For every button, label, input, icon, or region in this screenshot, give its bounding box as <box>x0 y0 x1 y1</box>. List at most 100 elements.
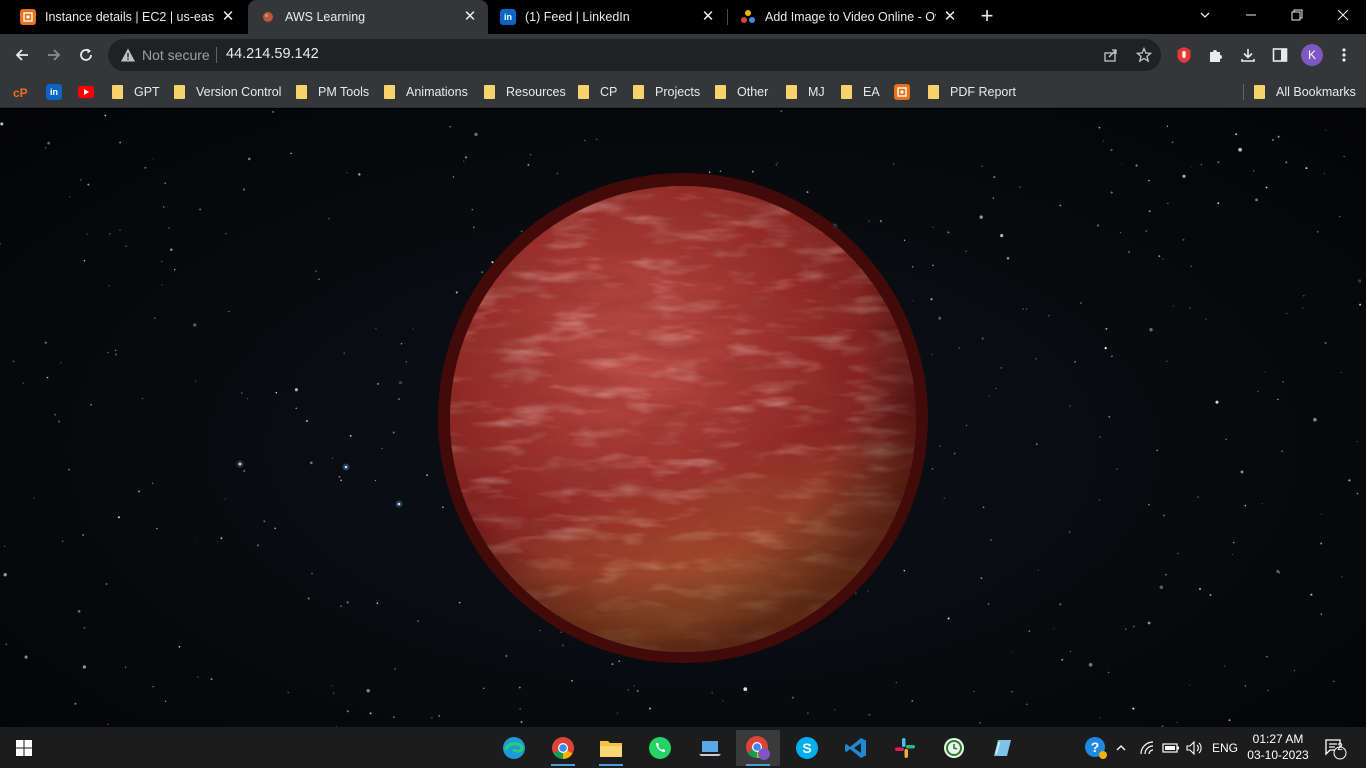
star <box>115 353 118 356</box>
bookmark-folder-cp[interactable]: CP <box>578 83 617 101</box>
star <box>311 573 313 575</box>
star <box>22 382 24 384</box>
notification-center-icon[interactable]: 2 <box>1323 727 1347 768</box>
adblock-extension-icon[interactable] <box>1173 44 1195 66</box>
star <box>1197 496 1199 498</box>
windows-start-icon[interactable] <box>2 730 46 766</box>
bookmark-folder-pdf-report[interactable]: PDF Report <box>928 83 1016 101</box>
file-explorer-icon[interactable] <box>589 730 633 766</box>
tab-search-chevron-icon[interactable] <box>1182 0 1228 30</box>
bookmark-folder-pm-tools[interactable]: PM Tools <box>296 83 369 101</box>
star <box>165 700 167 702</box>
svg-text:S: S <box>802 740 811 756</box>
back-arrow-icon[interactable] <box>8 41 36 69</box>
star <box>1325 129 1327 131</box>
star <box>1282 381 1284 383</box>
bookmark-folder-version-control[interactable]: Version Control <box>174 83 281 101</box>
star <box>958 347 960 349</box>
star <box>107 723 109 725</box>
bookmark-folder-animations[interactable]: Animations <box>384 83 468 101</box>
star <box>1119 231 1122 234</box>
star <box>1310 593 1313 596</box>
profile-avatar[interactable]: K <box>1301 44 1323 66</box>
all-bookmarks-button[interactable]: All Bookmarks <box>1254 83 1356 101</box>
star <box>930 298 933 301</box>
reload-icon[interactable] <box>72 41 100 69</box>
star <box>938 316 942 320</box>
star <box>1277 135 1280 138</box>
tab-linkedin[interactable]: in (1) Feed | LinkedIn ✕ <box>488 0 726 34</box>
star <box>77 610 81 613</box>
star <box>195 380 197 382</box>
orange-square-bookmark-icon[interactable] <box>894 84 910 100</box>
star <box>458 601 461 604</box>
tab-add-image-video[interactable]: Add Image to Video Online - Ov ✕ <box>728 0 968 34</box>
volume-icon[interactable] <box>1186 727 1204 768</box>
address-bar[interactable]: Not secure 44.214.59.142 <box>108 39 1161 71</box>
star <box>1006 256 1010 260</box>
chrome-icon[interactable] <box>541 730 585 766</box>
restore-icon[interactable] <box>1274 0 1320 30</box>
laptop-icon[interactable] <box>688 730 732 766</box>
window-close-icon[interactable] <box>1320 0 1366 30</box>
close-icon[interactable]: ✕ <box>462 9 478 25</box>
clock-app-icon[interactable] <box>932 730 976 766</box>
linkedin-bookmark-icon[interactable]: in <box>46 84 62 100</box>
system-clock[interactable]: 01:27 AM 03-10-2023 <box>1240 731 1316 763</box>
forward-arrow-icon[interactable] <box>40 41 68 69</box>
star <box>1189 684 1191 686</box>
tray-overflow-chevron-icon[interactable] <box>1115 727 1127 768</box>
star <box>1149 328 1153 332</box>
slack-icon[interactable] <box>883 730 927 766</box>
star <box>287 691 289 694</box>
star <box>318 278 320 280</box>
notes-icon[interactable] <box>980 730 1024 766</box>
bookmark-folder-other[interactable]: Other <box>715 83 768 101</box>
star <box>178 645 181 648</box>
close-icon[interactable]: ✕ <box>700 9 716 25</box>
whatsapp-icon[interactable] <box>638 730 682 766</box>
more-menu-icon[interactable] <box>1333 44 1355 66</box>
close-icon[interactable]: ✕ <box>942 9 958 25</box>
network-icon[interactable] <box>1140 727 1156 768</box>
star <box>947 617 950 620</box>
skype-icon[interactable]: S <box>785 730 829 766</box>
new-tab-button[interactable]: + <box>976 5 998 27</box>
side-panel-icon[interactable] <box>1269 44 1291 66</box>
share-icon[interactable] <box>1100 44 1122 66</box>
tab-ec2[interactable]: Instance details | EC2 | us-east-1 ✕ <box>8 0 246 34</box>
language-indicator[interactable]: ENG <box>1212 727 1238 768</box>
star <box>939 445 941 447</box>
star <box>1255 198 1258 202</box>
edge-icon[interactable] <box>492 730 536 766</box>
star <box>648 707 652 710</box>
close-icon[interactable]: ✕ <box>220 9 236 25</box>
folder-icon <box>296 85 307 99</box>
minimize-icon[interactable] <box>1228 0 1274 30</box>
bookmark-folder-mj[interactable]: MJ <box>786 83 825 101</box>
bookmark-folder-resources[interactable]: Resources <box>484 83 566 101</box>
extensions-puzzle-icon[interactable] <box>1205 44 1227 66</box>
bookmark-folder-gpt[interactable]: GPT <box>112 83 160 101</box>
bookmark-folder-ea[interactable]: EA <box>841 83 880 101</box>
tab-aws-learning[interactable]: AWS Learning ✕ <box>248 0 488 34</box>
youtube-bookmark-icon[interactable] <box>78 84 94 100</box>
chrome-profile-icon[interactable] <box>736 730 780 766</box>
star <box>932 264 934 267</box>
bookmark-folder-projects[interactable]: Projects <box>633 83 700 101</box>
download-icon[interactable] <box>1237 44 1259 66</box>
colored-dots-icon <box>740 9 756 25</box>
codepen-bookmark-icon[interactable]: cP <box>13 84 29 100</box>
star <box>1011 691 1013 693</box>
vscode-icon[interactable] <box>834 730 878 766</box>
star <box>83 626 86 629</box>
battery-icon[interactable] <box>1162 727 1180 768</box>
star <box>1305 167 1308 170</box>
help-icon[interactable]: ? <box>1084 727 1108 768</box>
bookmark-star-icon[interactable] <box>1133 44 1155 66</box>
star <box>1265 655 1268 658</box>
star <box>539 629 541 632</box>
warning-triangle-icon[interactable] <box>120 47 136 66</box>
star <box>1340 372 1342 374</box>
url-text[interactable]: 44.214.59.142 <box>226 46 319 62</box>
